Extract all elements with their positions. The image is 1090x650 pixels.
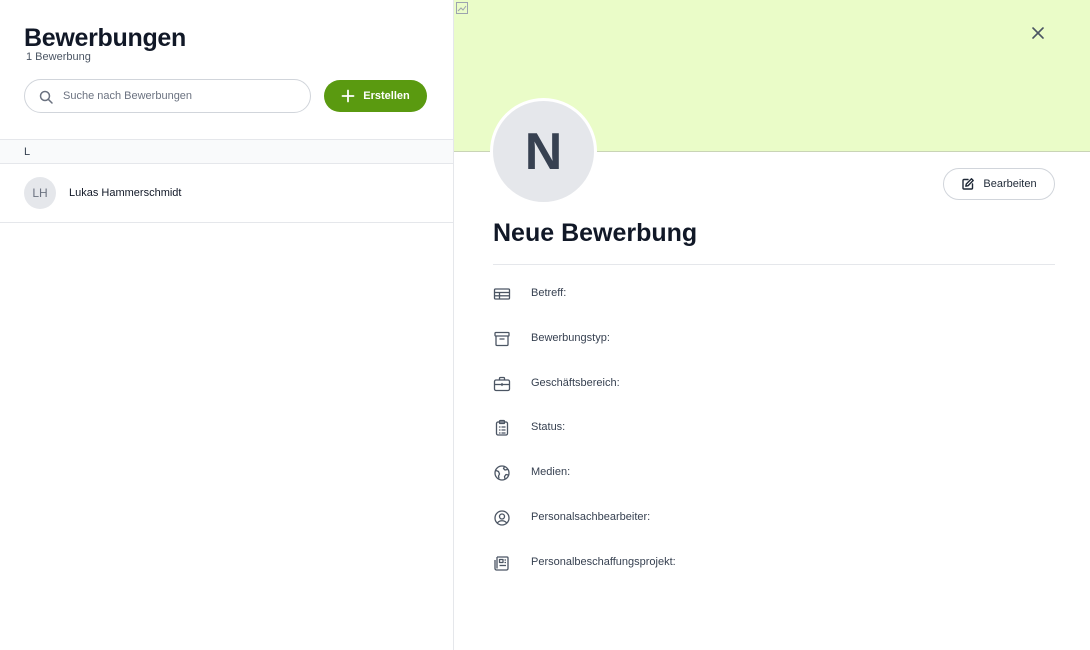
result-count: 1 Bewerbung [26, 51, 91, 63]
record-avatar: N [490, 98, 597, 205]
record-title: Neue Bewerbung [493, 219, 698, 247]
list-item[interactable]: LH Lukas Hammerschmidt [0, 164, 453, 223]
group-header: L [0, 139, 453, 164]
archive-icon [494, 331, 510, 347]
field-label: Bewerbungstyp: [531, 332, 610, 344]
broken-image-icon [456, 2, 468, 14]
field-label: Personalsachbearbeiter: [531, 511, 651, 523]
field-status: Status: [493, 418, 1053, 438]
search-input[interactable]: Suche nach Bewerbungen [24, 79, 311, 113]
field-label: Status: [531, 421, 566, 433]
edit-button[interactable]: Bearbeiten [943, 168, 1055, 200]
search-placeholder: Suche nach Bewerbungen [63, 90, 193, 102]
group-letter: L [24, 146, 31, 158]
create-button[interactable]: Erstellen [324, 80, 427, 112]
avatar: LH [24, 177, 56, 209]
field-label: Medien: [531, 466, 571, 478]
plus-icon [341, 89, 355, 103]
user-circle-icon [494, 510, 510, 526]
clipboard-list-icon [495, 419, 509, 436]
detail-panel: N Bearbeiten Neue Bewerbung Betreff: Bew… [454, 0, 1090, 650]
globe-icon [494, 465, 510, 481]
search-icon [39, 90, 53, 104]
briefcase-icon [493, 376, 511, 392]
field-bewerbungstyp: Bewerbungstyp: [493, 329, 1053, 349]
field-geschaeftsbereich: Geschäftsbereich: [493, 374, 1053, 394]
create-button-label: Erstellen [363, 90, 410, 102]
title-divider [493, 264, 1055, 265]
field-label: Personalbeschaffungsprojekt: [531, 556, 676, 568]
field-medien: Medien: [493, 463, 1053, 483]
edit-icon [962, 178, 975, 190]
field-label: Geschäftsbereich: [531, 377, 620, 389]
edit-button-label: Bearbeiten [983, 178, 1037, 190]
field-label: Betreff: [531, 287, 567, 299]
close-icon[interactable] [1030, 25, 1046, 41]
newspaper-icon [494, 556, 509, 571]
field-betreff: Betreff: [493, 284, 1053, 304]
field-personalbeschaffungsprojekt: Personalbeschaffungsprojekt: [493, 553, 1053, 573]
applicant-name: Lukas Hammerschmidt [69, 187, 182, 199]
field-personalsachbearbeiter: Personalsachbearbeiter: [493, 508, 1053, 528]
table-icon [493, 288, 511, 300]
list-panel: Bewerbungen 1 Bewerbung Suche nach Bewer… [0, 0, 453, 650]
page-title: Bewerbungen [24, 24, 186, 52]
